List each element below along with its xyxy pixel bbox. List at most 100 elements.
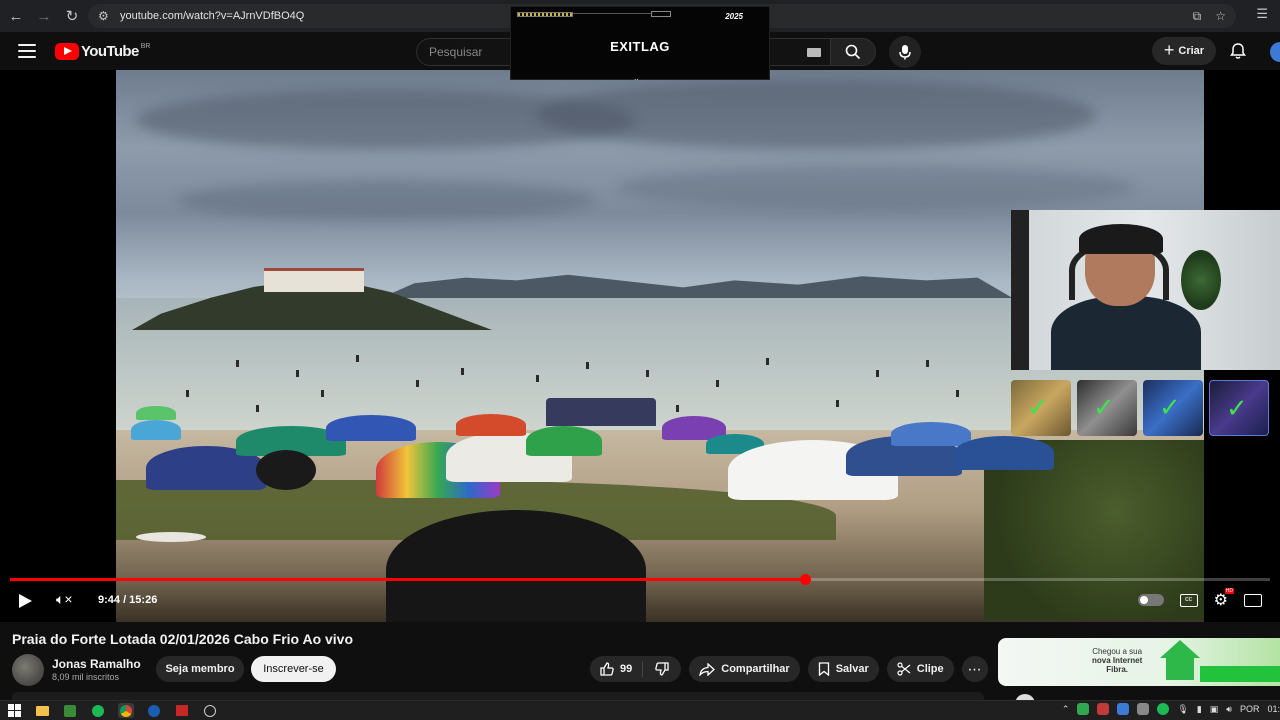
search-icon bbox=[845, 44, 861, 60]
obs-icon[interactable] bbox=[202, 703, 218, 718]
ad-line-3: Fibra. bbox=[1106, 665, 1128, 674]
play-icon[interactable] bbox=[19, 594, 32, 608]
clock[interactable]: 01: bbox=[1267, 704, 1280, 714]
autoplay-toggle[interactable] bbox=[1137, 594, 1164, 606]
bookmark-star-icon[interactable]: ☆ bbox=[1215, 9, 1226, 23]
scrubber-handle[interactable] bbox=[799, 574, 811, 585]
tray-app-green-icon[interactable] bbox=[1077, 703, 1090, 715]
channel-name[interactable]: Jonas Ramalho bbox=[52, 657, 141, 671]
notifications-bell-icon[interactable] bbox=[1230, 42, 1246, 65]
forward-icon[interactable]: → bbox=[30, 2, 58, 30]
url-text[interactable]: youtube.com/watch?v=AJrnVDfBO4Q bbox=[120, 10, 304, 22]
thumbs-up-icon bbox=[600, 662, 614, 676]
checkmark-icon: ✓ bbox=[1027, 392, 1049, 422]
checkmark-icon: ✓ bbox=[1093, 392, 1115, 422]
recycle-app-icon[interactable] bbox=[62, 703, 78, 718]
overlay-dots: .. bbox=[634, 73, 639, 82]
like-dislike-group: 99 bbox=[590, 656, 682, 682]
share-button[interactable]: Compartilhar bbox=[689, 656, 800, 682]
reading-list-icon[interactable]: ☰ bbox=[1256, 6, 1268, 22]
channel-avatar[interactable] bbox=[12, 654, 44, 686]
thumbs-down-icon bbox=[655, 662, 669, 676]
scissors-icon bbox=[897, 662, 911, 676]
account-avatar[interactable] bbox=[1270, 42, 1280, 62]
achievement-tile-steel: ✓ bbox=[1077, 380, 1137, 436]
voice-search-button[interactable] bbox=[889, 36, 921, 68]
clip-button[interactable]: Clipe bbox=[886, 656, 954, 682]
save-label: Salvar bbox=[835, 663, 869, 675]
ad-text: Chegou a sua nova Internet Fibra. bbox=[1092, 647, 1142, 674]
video-actions: 99 Compartilhar Salvar Clipe ⋯ bbox=[590, 656, 988, 682]
video-player[interactable]: ✓ ✓ ✓ ✓ 🔈︎× 9:44 / 15:26 cc ⚙ HD bbox=[0, 70, 1280, 622]
reload-icon[interactable]: ↻ bbox=[58, 2, 86, 30]
webcam-overlay bbox=[1011, 210, 1280, 370]
file-explorer-icon[interactable] bbox=[34, 703, 50, 718]
subtitles-icon[interactable]: cc bbox=[1179, 593, 1198, 607]
share-label: Compartilhar bbox=[721, 663, 790, 675]
microphone-icon bbox=[899, 45, 911, 60]
tray-overflow-icon[interactable]: ⌃ bbox=[1062, 704, 1070, 715]
save-button[interactable]: Salvar bbox=[807, 656, 879, 682]
achievement-tiles: ✓ ✓ ✓ ✓ bbox=[1011, 380, 1280, 438]
achievement-tile-gold: ✓ bbox=[1011, 380, 1071, 436]
progress-bar[interactable] bbox=[10, 574, 1270, 585]
keyboard-icon[interactable] bbox=[807, 48, 821, 57]
search-placeholder: Pesquisar bbox=[429, 45, 483, 59]
more-actions-icon[interactable]: ⋯ bbox=[961, 656, 988, 682]
youtube-play-icon bbox=[55, 43, 79, 60]
player-controls: 🔈︎× 9:44 / 15:26 cc ⚙ HD bbox=[0, 588, 1280, 614]
plus-icon: + bbox=[1163, 39, 1175, 60]
video-title: Praia do Forte Lotada 02/01/2026 Cabo Fr… bbox=[12, 631, 354, 647]
achievement-tile-storm: ✓ bbox=[1143, 380, 1203, 436]
install-app-icon[interactable]: ⧉ bbox=[1193, 9, 1202, 24]
ad-line-2: nova Internet bbox=[1092, 656, 1143, 665]
exitlag-badge: 2025 bbox=[725, 12, 743, 21]
time-display: 9:44 / 15:26 bbox=[98, 594, 158, 606]
windows-taskbar: ⌃ 🎙︎ ▮ ▣ 🔊︎ POR 01: bbox=[0, 700, 1280, 720]
steam-icon[interactable] bbox=[146, 703, 162, 718]
checkmark-icon: ✓ bbox=[1159, 392, 1181, 422]
country-code: BR bbox=[140, 43, 151, 50]
news-app-icon[interactable] bbox=[174, 703, 190, 718]
bookmark-icon bbox=[818, 662, 829, 676]
tray-battery-icon[interactable]: ▮ bbox=[1197, 704, 1202, 715]
site-settings-icon[interactable]: ⚙ bbox=[98, 9, 116, 23]
exitlag-logo: EXITLAG bbox=[610, 39, 670, 54]
sidebar-ad-banner[interactable]: Chegou a sua nova Internet Fibra. bbox=[998, 638, 1280, 686]
guide-menu-icon[interactable] bbox=[18, 44, 36, 58]
tray-app-blue-icon[interactable] bbox=[1117, 703, 1130, 715]
like-count: 99 bbox=[620, 663, 633, 675]
house-icon bbox=[1160, 640, 1200, 680]
checkmark-icon: ✓ bbox=[1226, 393, 1248, 423]
back-icon[interactable]: ← bbox=[2, 2, 30, 30]
share-arrow-icon bbox=[699, 662, 716, 676]
theater-mode-icon[interactable] bbox=[1244, 593, 1262, 607]
exitlag-overlay: 2025 EXITLAG .. bbox=[510, 6, 770, 82]
clip-label: Clipe bbox=[916, 663, 944, 675]
search-button[interactable] bbox=[830, 38, 876, 66]
tray-network-icon[interactable]: ▣ bbox=[1210, 704, 1219, 715]
subscriber-count: 8,09 mil inscritos bbox=[52, 672, 120, 682]
dislike-button[interactable] bbox=[643, 662, 681, 676]
create-label: Criar bbox=[1178, 45, 1205, 57]
tray-spotify-icon[interactable] bbox=[1157, 703, 1170, 715]
like-button[interactable]: 99 bbox=[590, 661, 644, 677]
tray-app-red-icon[interactable] bbox=[1097, 703, 1110, 715]
settings-gear-icon[interactable]: ⚙ HD bbox=[1214, 588, 1234, 610]
chrome-icon[interactable] bbox=[118, 703, 134, 718]
hd-badge: HD bbox=[1224, 588, 1234, 594]
subscribe-button[interactable]: Inscrever-se bbox=[251, 656, 336, 682]
tray-app-grey-icon[interactable] bbox=[1137, 703, 1150, 715]
ad-line-1: Chegou a sua bbox=[1092, 647, 1143, 656]
logo-text: YouTube bbox=[81, 43, 139, 60]
mute-icon[interactable]: 🔈︎× bbox=[56, 591, 73, 608]
language-indicator[interactable]: POR bbox=[1240, 704, 1260, 714]
tray-mic-icon[interactable]: 🎙︎ bbox=[1177, 704, 1188, 715]
youtube-logo[interactable]: YouTube BR bbox=[55, 43, 150, 60]
spotify-icon[interactable] bbox=[90, 703, 106, 718]
windows-start-icon[interactable] bbox=[6, 703, 22, 718]
create-button[interactable]: + Criar bbox=[1152, 37, 1216, 65]
tray-volume-icon[interactable]: 🔊︎ bbox=[1226, 704, 1232, 715]
progress-played bbox=[10, 578, 805, 581]
join-member-button[interactable]: Seja membro bbox=[156, 656, 244, 682]
